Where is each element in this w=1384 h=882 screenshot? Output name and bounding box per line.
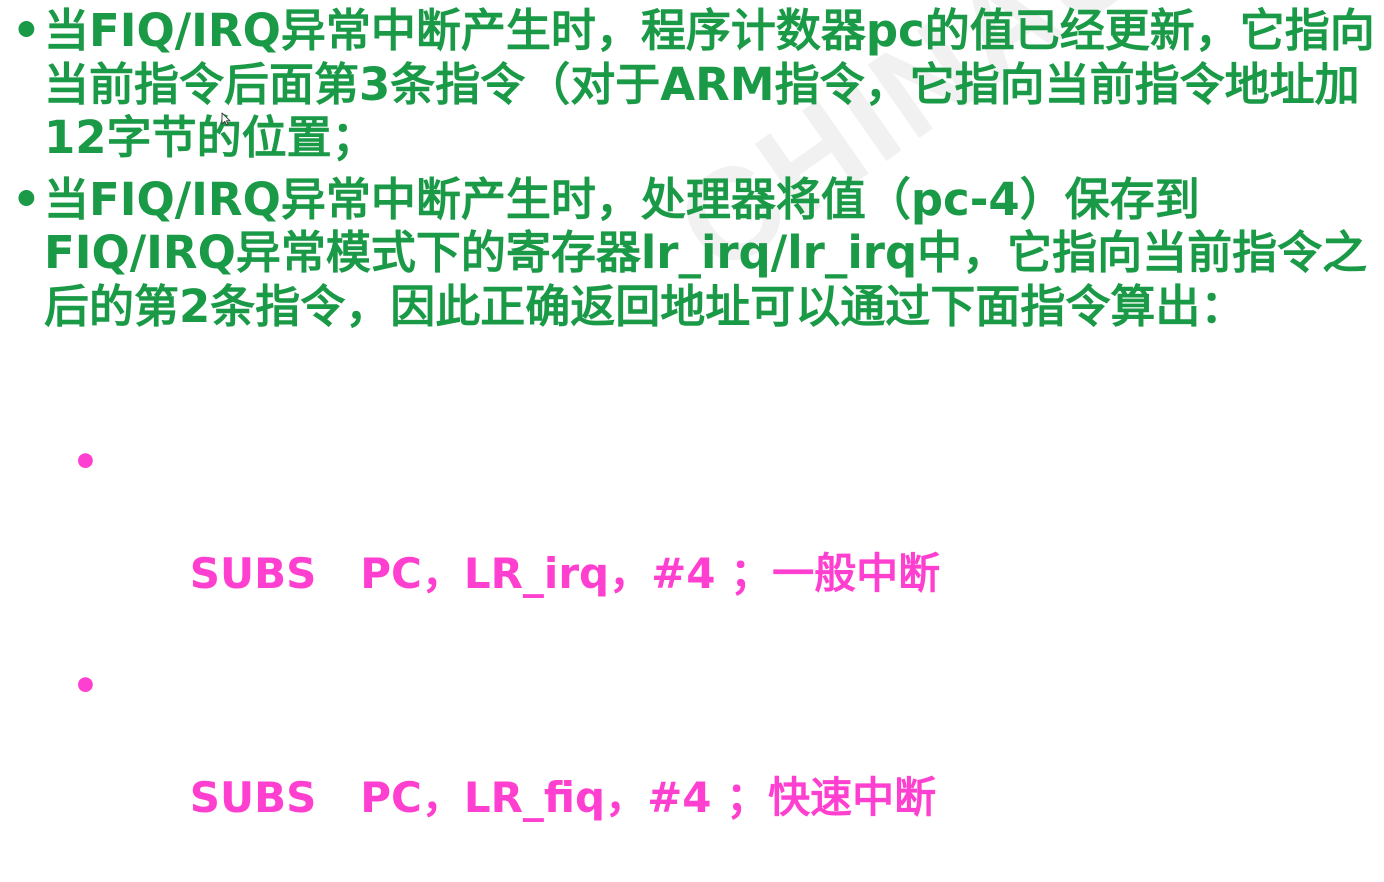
code-line-text: SUBS PC，LR_fiq，#4 ；快速中断 [189,773,937,822]
sub-bullet-dot: • [72,437,99,486]
code-line-fiq: • SUBS PC，LR_fiq，#4 ；快速中断 [72,658,940,882]
sub-bullet-dot: • [72,661,99,710]
bullet-dot: • [12,172,41,226]
code-line-text: SUBS PC，LR_irq，#4 ；一般中断 [189,549,941,598]
bullet-dot: • [12,4,41,57]
code-line-irq: • SUBS PC，LR_irq，#4 ；一般中断 [72,434,940,658]
bullet-text: 当FIQ/IRQ异常中断产生时，程序计数器pc的值已经更新，它指向当前指令后面第… [44,4,1375,164]
bullet-item-2: • 当FIQ/IRQ异常中断产生时，处理器将值（pc-4）保存到FIQ/IRQ异… [10,173,1376,334]
bullet-text: 当FIQ/IRQ异常中断产生时，处理器将值（pc-4）保存到FIQ/IRQ异常模… [44,172,1368,333]
bullet-item-1: • 当FIQ/IRQ异常中断产生时，程序计数器pc的值已经更新，它指向当前指令后… [10,4,1376,165]
mouse-pointer-icon [221,112,231,126]
slide: CHINAUNIX • 当FIQ/IRQ异常中断产生时，程序计数器pc的值已经更… [0,0,1384,822]
code-list: • SUBS PC，LR_irq，#4 ；一般中断 • SUBS PC，LR_f… [72,434,940,882]
bullet-list: • 当FIQ/IRQ异常中断产生时，程序计数器pc的值已经更新，它指向当前指令后… [10,4,1376,341]
